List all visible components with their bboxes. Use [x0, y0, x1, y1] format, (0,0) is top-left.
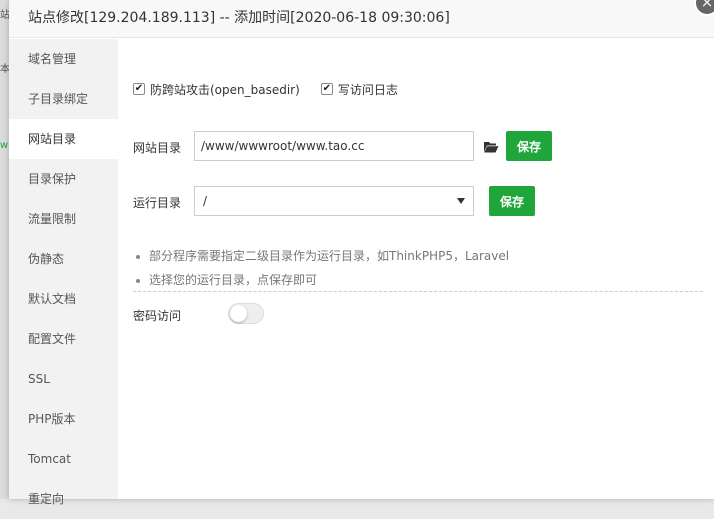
- sidebar-item-redirect[interactable]: 重定向: [9, 479, 118, 519]
- run-dir-selected-value: /: [203, 194, 208, 208]
- modal-header: 站点修改[129.204.189.113] -- 添加时间[2020-06-18…: [9, 0, 714, 38]
- site-edit-modal: 站点修改[129.204.189.113] -- 添加时间[2020-06-18…: [9, 0, 714, 506]
- tips-list: 部分程序需要指定二级目录作为运行目录，如ThinkPHP5，Laravel 选择…: [134, 244, 702, 292]
- password-access-toggle[interactable]: [228, 303, 264, 324]
- bullet-icon: [136, 254, 140, 259]
- sidebar-item-dir-protect[interactable]: 目录保护: [9, 159, 118, 199]
- bullet-icon: [136, 278, 140, 283]
- sidebar-item-domain[interactable]: 域名管理: [9, 39, 118, 79]
- password-access-label: 密码访问: [133, 309, 182, 323]
- folder-open-icon[interactable]: [483, 139, 499, 153]
- sidebar-item-subdir-binding[interactable]: 子目录绑定: [9, 79, 118, 119]
- dashed-divider: [133, 291, 703, 292]
- access-log-label: 写访问日志: [337, 82, 398, 97]
- sidebar-item-config-file[interactable]: 配置文件: [9, 319, 118, 359]
- run-dir-select[interactable]: /: [194, 186, 474, 216]
- modal-title: 站点修改[129.204.189.113] -- 添加时间[2020-06-18…: [28, 10, 450, 26]
- background-text-fragment: w: [0, 140, 9, 151]
- options-row: ✔ 防跨站攻击(open_basedir) ✔ 写访问日志: [133, 80, 419, 98]
- sidebar-item-ssl[interactable]: SSL: [9, 359, 118, 399]
- save-site-dir-button[interactable]: 保存: [506, 131, 552, 161]
- tip-text: 部分程序需要指定二级目录作为运行目录，如ThinkPHP5，Laravel: [149, 249, 510, 263]
- tip-item: 部分程序需要指定二级目录作为运行目录，如ThinkPHP5，Laravel: [134, 244, 702, 268]
- chevron-down-icon: [457, 198, 465, 204]
- openbasedir-label: 防跨站攻击(open_basedir): [150, 82, 300, 97]
- openbasedir-checkbox[interactable]: ✔: [133, 83, 145, 95]
- sidebar-item-traffic-limit[interactable]: 流量限制: [9, 199, 118, 239]
- tip-item: 选择您的运行目录，点保存即可: [134, 268, 702, 292]
- sidebar-item-site-directory[interactable]: 网站目录: [9, 119, 118, 159]
- sidebar-item-tomcat[interactable]: Tomcat: [9, 439, 118, 479]
- sidebar-item-rewrite[interactable]: 伪静态: [9, 239, 118, 279]
- tip-text: 选择您的运行目录，点保存即可: [149, 273, 318, 287]
- run-dir-label: 运行目录: [133, 196, 182, 210]
- sidebar-item-default-doc[interactable]: 默认文档: [9, 279, 118, 319]
- site-dir-label: 网站目录: [133, 141, 182, 155]
- access-log-checkbox[interactable]: ✔: [320, 83, 333, 95]
- content-panel: ✔ 防跨站攻击(open_basedir) ✔ 写访问日志 网站目录 保存 运行…: [118, 39, 714, 499]
- site-dir-input[interactable]: [194, 131, 474, 161]
- sidebar: 域名管理 子目录绑定 网站目录 目录保护 流量限制 伪静态 默认文档 配置文件 …: [9, 39, 118, 506]
- toggle-knob: [230, 305, 247, 322]
- save-run-dir-button[interactable]: 保存: [489, 186, 535, 216]
- sidebar-item-php-version[interactable]: PHP版本: [9, 399, 118, 439]
